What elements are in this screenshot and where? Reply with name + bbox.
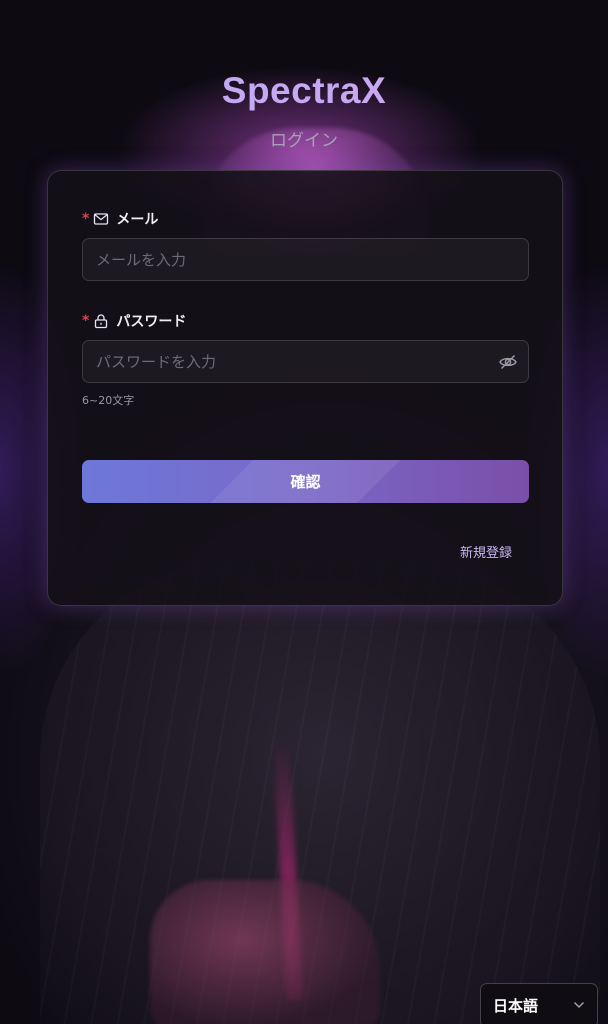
background-figure-hand xyxy=(150,880,380,1024)
language-select[interactable]: 日本語 xyxy=(480,983,598,1024)
login-card: * メール * パスワード 6~20文字 確認 新規登録 xyxy=(47,170,563,606)
required-mark: * xyxy=(82,211,90,227)
email-label-text: メール xyxy=(116,212,159,228)
password-hint: 6~20文字 xyxy=(82,394,135,407)
mail-icon xyxy=(94,213,109,225)
page-subtitle: ログイン xyxy=(270,131,338,151)
lock-icon xyxy=(95,314,108,329)
login-page: SpectraX ログイン * メール * パスワード 6~ xyxy=(0,0,608,1024)
password-label: * パスワード xyxy=(82,311,186,331)
email-label: * メール xyxy=(82,209,158,229)
password-label-text: パスワード xyxy=(116,314,187,330)
eye-off-icon[interactable] xyxy=(498,352,518,372)
chevron-down-icon xyxy=(574,1002,584,1008)
required-mark: * xyxy=(82,313,90,329)
confirm-button[interactable]: 確認 xyxy=(82,460,529,503)
register-link[interactable]: 新規登録 xyxy=(460,542,512,561)
email-field[interactable] xyxy=(82,238,529,281)
language-selected: 日本語 xyxy=(493,997,539,1015)
password-field[interactable] xyxy=(82,340,529,383)
brand-logo: SpectraX xyxy=(0,70,608,112)
